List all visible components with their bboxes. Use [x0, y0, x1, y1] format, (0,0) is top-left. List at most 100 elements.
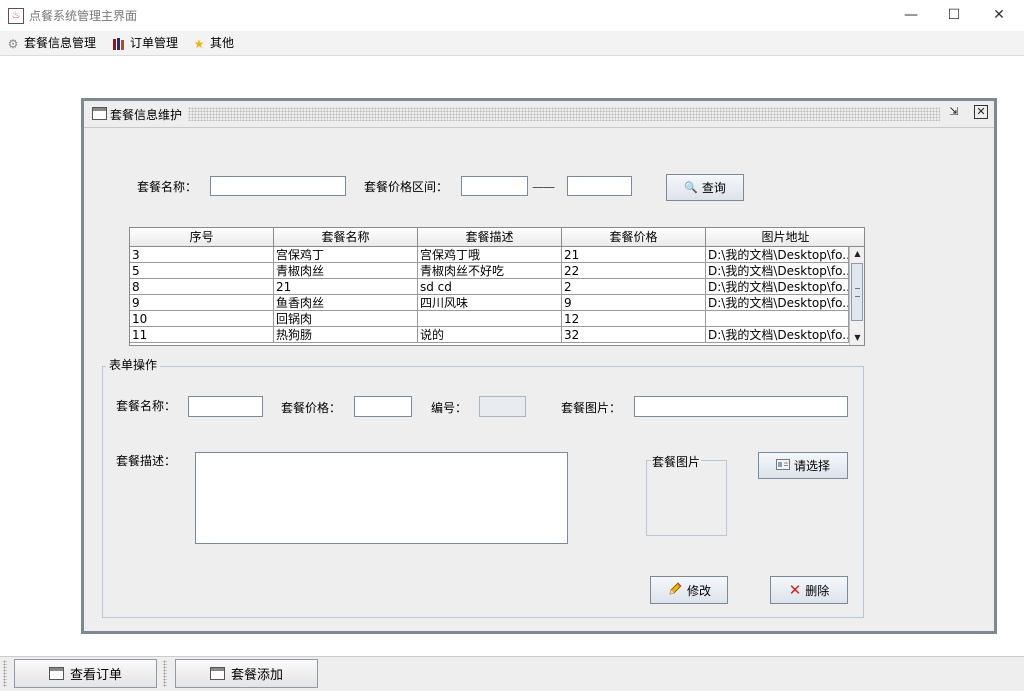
search-name-input[interactable]	[210, 176, 346, 196]
scroll-down-arrow-icon[interactable]: ▼	[850, 331, 864, 345]
cell-id: 10	[130, 311, 274, 327]
cell-desc: sd cd	[418, 279, 562, 295]
menu-other[interactable]: ★ 其他	[192, 34, 234, 52]
menu-label: 订单管理	[130, 36, 179, 50]
form-name-label: 套餐名称：	[116, 399, 177, 413]
search-name-label: 套餐名称：	[137, 180, 198, 194]
query-button-label: 查询	[701, 181, 726, 195]
cell-price: 9	[562, 295, 706, 311]
package-maintenance-frame: 套餐信息维护 ⇲ ✕ 套餐名称： 套餐价格区间： —— 🔍 查询 序号 套餐名称…	[81, 98, 997, 634]
column-header-image-path[interactable]: 图片地址	[706, 228, 864, 247]
table-row[interactable]: 3 宫保鸡丁 宫保鸡丁哦 21 D:\我的文档\Desktop\fo...	[130, 247, 849, 263]
column-header-desc[interactable]: 套餐描述	[418, 228, 562, 247]
form-desc-label: 套餐描述：	[116, 454, 177, 468]
cell-name: 鱼香肉丝	[274, 295, 418, 311]
red-x-icon: ✕	[788, 581, 802, 599]
cell-name: 热狗肠	[274, 327, 418, 343]
choose-image-button[interactable]: 请选择	[758, 452, 848, 479]
choose-button-label: 请选择	[793, 459, 830, 473]
cell-image-path: D:\我的文档\Desktop\fo...	[706, 263, 849, 279]
pencil-icon	[667, 581, 683, 600]
cell-desc: 说的	[418, 327, 562, 343]
form-name-input[interactable]	[188, 396, 263, 417]
bottom-taskbar: 查看订单 套餐添加	[0, 656, 1024, 691]
cell-desc: 宫保鸡丁哦	[418, 247, 562, 263]
star-icon: ★	[193, 36, 205, 51]
table-row[interactable]: 11 热狗肠 说的 32 D:\我的文档\Desktop\fo...	[130, 327, 849, 343]
frame-close-icon[interactable]: ✕	[974, 105, 988, 119]
cell-name: 21	[274, 279, 418, 295]
books-icon	[112, 37, 126, 51]
table-row[interactable]: 8 21 sd cd 2 D:\我的文档\Desktop\fo...	[130, 279, 849, 295]
price-range-label: 套餐价格区间：	[364, 180, 449, 194]
cell-price: 2	[562, 279, 706, 295]
form-price-input[interactable]	[354, 396, 412, 417]
toolbar-grip	[163, 660, 167, 687]
menu-label: 其他	[210, 36, 235, 50]
form-id-label: 编号：	[431, 401, 468, 415]
view-orders-button[interactable]: 查看订单	[14, 659, 157, 688]
price-to-input[interactable]	[567, 176, 632, 196]
form-desc-textarea[interactable]	[195, 452, 568, 544]
table-row[interactable]: 9 鱼香肉丝 四川风味 9 D:\我的文档\Desktop\fo...	[130, 295, 849, 311]
add-package-button[interactable]: 套餐添加	[175, 659, 318, 688]
table-scrollbar[interactable]: ▲ ▼	[849, 247, 864, 345]
menu-bar: ⚙ 套餐信息管理 订单管理 ★ 其他	[0, 31, 1024, 56]
cell-image-path: D:\我的文档\Desktop\fo...	[706, 279, 849, 295]
restore-icon[interactable]: ⇲	[947, 105, 961, 119]
scroll-thumb[interactable]	[851, 263, 863, 321]
gear-icon: ⚙	[7, 36, 19, 51]
maximize-button[interactable]: ☐	[931, 4, 977, 26]
modify-button[interactable]: 修改	[650, 576, 728, 604]
cell-desc	[418, 311, 562, 327]
package-table: 序号 套餐名称 套餐描述 套餐价格 图片地址 3 宫保鸡丁 宫保鸡丁哦 21 D…	[129, 227, 865, 346]
cell-price: 12	[562, 311, 706, 327]
column-header-id[interactable]: 序号	[130, 228, 274, 247]
column-header-price[interactable]: 套餐价格	[562, 228, 706, 247]
range-separator: ——	[532, 180, 555, 194]
cell-image-path: D:\我的文档\Desktop\fo...	[706, 295, 849, 311]
image-preview-title: 套餐图片	[651, 453, 702, 470]
cell-id: 9	[130, 295, 274, 311]
image-preview-box	[646, 460, 727, 536]
cell-id: 8	[130, 279, 274, 295]
cell-name: 青椒肉丝	[274, 263, 418, 279]
form-id-input	[479, 396, 526, 417]
toolbar-grip	[3, 660, 7, 687]
price-from-input[interactable]	[461, 176, 528, 196]
cell-image-path: D:\我的文档\Desktop\fo...	[706, 247, 849, 263]
cell-id: 11	[130, 327, 274, 343]
table-row[interactable]: 10 回锅肉 12	[130, 311, 849, 327]
task-label: 查看订单	[69, 668, 122, 683]
scroll-up-arrow-icon[interactable]: ▲	[850, 247, 864, 261]
window-title: 点餐系统管理主界面	[29, 9, 138, 23]
close-button[interactable]: ✕	[976, 4, 1022, 26]
search-icon: 🔍	[684, 181, 698, 194]
minimize-button[interactable]: —	[888, 4, 934, 26]
cell-image-path: D:\我的文档\Desktop\fo...	[706, 327, 849, 343]
frame-title-bar[interactable]: 套餐信息维护 ⇲ ✕	[84, 101, 994, 128]
cell-name: 宫保鸡丁	[274, 247, 418, 263]
cell-price: 32	[562, 327, 706, 343]
column-header-name[interactable]: 套餐名称	[274, 228, 418, 247]
menu-package-info[interactable]: ⚙ 套餐信息管理	[6, 34, 96, 52]
table-row[interactable]: 5 青椒肉丝 青椒肉丝不好吃 22 D:\我的文档\Desktop\fo...	[130, 263, 849, 279]
query-button[interactable]: 🔍 查询	[666, 174, 744, 201]
delete-button-label: 删除	[805, 583, 830, 598]
form-image-path-input[interactable]	[634, 396, 848, 417]
menu-order-management[interactable]: 订单管理	[112, 34, 178, 52]
cell-name: 回锅肉	[274, 311, 418, 327]
window-icon	[92, 107, 107, 120]
cell-desc: 青椒肉丝不好吃	[418, 263, 562, 279]
title-grip	[188, 107, 940, 121]
delete-button[interactable]: ✕ 删除	[770, 576, 848, 604]
image-card-icon	[775, 458, 790, 473]
window-icon	[209, 667, 225, 680]
modify-button-label: 修改	[686, 583, 711, 598]
cell-price: 21	[562, 247, 706, 263]
menu-label: 套餐信息管理	[24, 36, 97, 50]
cell-desc: 四川风味	[418, 295, 562, 311]
form-image-label: 套餐图片：	[561, 401, 622, 415]
frame-title: 套餐信息维护	[110, 108, 183, 122]
java-app-icon: ♨	[8, 8, 24, 24]
